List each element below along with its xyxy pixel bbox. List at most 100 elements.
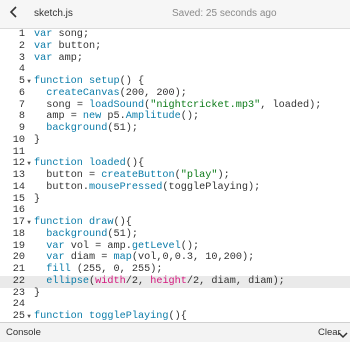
line-number: 21 bbox=[12, 264, 25, 275]
code-line[interactable]: 23} bbox=[0, 288, 350, 300]
code-line[interactable]: 9 background(51); bbox=[0, 123, 350, 135]
code-text: amp = new p5.Amplitude(); bbox=[34, 111, 199, 123]
code-token: button bbox=[46, 181, 83, 193]
code-text: background(51); bbox=[34, 123, 138, 135]
code-text: } bbox=[34, 194, 40, 206]
code-text: } bbox=[34, 135, 40, 147]
code-token: vol bbox=[70, 240, 90, 252]
code-token: background bbox=[46, 123, 108, 134]
code-token: width bbox=[95, 275, 126, 287]
code-token: ; bbox=[76, 52, 83, 64]
code-line[interactable]: 4 bbox=[0, 64, 350, 76]
code-line[interactable]: 13 button = createButton("play"); bbox=[0, 170, 350, 182]
code-token: draw bbox=[89, 217, 114, 228]
code-token: createButton bbox=[101, 170, 175, 181]
code-token: background bbox=[46, 228, 108, 240]
line-number: 6 bbox=[18, 87, 25, 99]
code-token: 51 bbox=[113, 228, 126, 240]
code-line[interactable]: 20 var diam = map(vol,0,0.3, 10,200); bbox=[0, 252, 350, 264]
file-name[interactable]: sketch.js bbox=[34, 8, 73, 19]
line-number: 15 bbox=[12, 193, 25, 205]
code-token: 51 bbox=[113, 123, 126, 134]
code-token: var bbox=[46, 252, 71, 264]
code-editor[interactable]: 1 var song; 2 var button; 3 var amp; 4 5 ▼ functi… bbox=[0, 29, 350, 322]
line-number: 1 bbox=[18, 29, 25, 40]
code-token: var bbox=[34, 40, 59, 52]
line-number: 17 bbox=[12, 217, 25, 228]
code-line[interactable]: 11 bbox=[0, 147, 350, 159]
chevron-down-icon[interactable] bbox=[338, 327, 350, 339]
code-line[interactable]: 10} bbox=[0, 135, 350, 147]
code-line[interactable]: 1 var song; bbox=[0, 29, 350, 41]
back-button[interactable] bbox=[0, 0, 28, 28]
code-token: function bbox=[34, 158, 90, 170]
code-text: var song; bbox=[34, 29, 89, 41]
code-token: amp bbox=[58, 52, 77, 64]
code-line[interactable]: 7 song = loadSound("nightcricket.mp3", l… bbox=[0, 100, 350, 112]
code-line[interactable]: 22 ellipse(width/2, height/2, diam, diam… bbox=[0, 275, 350, 288]
fold-triangle-icon[interactable]: ▼ bbox=[25, 311, 33, 322]
code-line[interactable]: 6 createCanvas(200, 200); bbox=[0, 88, 350, 100]
code-text: function setup() { bbox=[34, 76, 144, 88]
code-text: var amp; bbox=[34, 53, 83, 65]
fold-triangle-icon[interactable]: ▼ bbox=[25, 76, 33, 88]
code-text: var button; bbox=[34, 41, 101, 53]
code-token: function bbox=[34, 76, 90, 87]
code-text: var vol = amp.getLevel(); bbox=[34, 241, 199, 253]
code-token: } bbox=[34, 193, 41, 205]
code-line[interactable]: 25 ▼ function togglePlaying(){ bbox=[0, 311, 350, 322]
line-number: 8 bbox=[18, 111, 25, 123]
code-token: 255 bbox=[131, 264, 151, 275]
fold-triangle-icon[interactable]: ▼ bbox=[25, 217, 33, 229]
code-token: new bbox=[82, 111, 108, 123]
line-number: 13 bbox=[12, 170, 25, 181]
code-text: function loaded(){ bbox=[34, 158, 144, 170]
line-number: 2 bbox=[18, 40, 25, 52]
code-text: var diam = map(vol,0,0.3, 10,200); bbox=[34, 252, 254, 264]
code-line[interactable]: 12 ▼ function loaded(){ bbox=[0, 158, 350, 170]
code-line[interactable]: 3 var amp; bbox=[0, 53, 350, 65]
code-line[interactable]: 17 ▼ function draw(){ bbox=[0, 217, 350, 229]
code-token: ( bbox=[70, 264, 83, 275]
code-token: , bbox=[199, 275, 212, 287]
code-token: amp bbox=[107, 240, 126, 252]
code-token: diam bbox=[211, 275, 236, 287]
code-line[interactable]: 16 bbox=[0, 205, 350, 217]
fold-triangle-icon[interactable]: ▼ bbox=[25, 158, 33, 170]
code-token: button bbox=[46, 170, 83, 181]
code-line[interactable]: 5 ▼ function setup() { bbox=[0, 76, 350, 88]
code-line[interactable]: 19 var vol = amp.getLevel(); bbox=[0, 241, 350, 253]
line-number: 18 bbox=[12, 228, 25, 240]
code-line[interactable]: 24 bbox=[0, 299, 350, 311]
code-line[interactable]: 18 background(51); bbox=[0, 229, 350, 241]
line-number: 22 bbox=[12, 275, 25, 287]
bottom-strip bbox=[0, 342, 350, 350]
code-token: ); bbox=[217, 170, 230, 181]
code-token: ); bbox=[309, 99, 322, 111]
chevron-left-icon bbox=[8, 5, 20, 23]
code-token: (){ bbox=[113, 217, 132, 228]
code-token: ); bbox=[272, 275, 285, 287]
code-token: = bbox=[70, 99, 90, 111]
top-bar: sketch.js Saved: 25 seconds ago bbox=[0, 0, 350, 29]
line-number: 12 bbox=[12, 158, 25, 170]
line-number: 19 bbox=[12, 240, 25, 252]
code-token: 200 bbox=[223, 252, 242, 264]
code-line[interactable]: 8 amp = new p5.Amplitude(); bbox=[0, 111, 350, 123]
code-token: } bbox=[34, 287, 41, 299]
code-line[interactable]: 21 fill (255, 0, 255); bbox=[0, 264, 350, 276]
code-line[interactable]: 2 var button; bbox=[0, 41, 350, 53]
console-title: Console bbox=[6, 327, 41, 338]
code-text: background(51); bbox=[34, 229, 138, 241]
code-token: p5 bbox=[107, 111, 120, 123]
code-line[interactable]: 14 button.mousePressed(togglePlaying); bbox=[0, 182, 350, 194]
line-number: 5 bbox=[18, 76, 25, 87]
code-token: = bbox=[64, 111, 83, 123]
code-text: fill (255, 0, 255); bbox=[34, 264, 162, 276]
code-line[interactable]: 15} bbox=[0, 194, 350, 206]
code-token: , bbox=[137, 275, 151, 287]
line-number: 10 bbox=[12, 134, 25, 146]
